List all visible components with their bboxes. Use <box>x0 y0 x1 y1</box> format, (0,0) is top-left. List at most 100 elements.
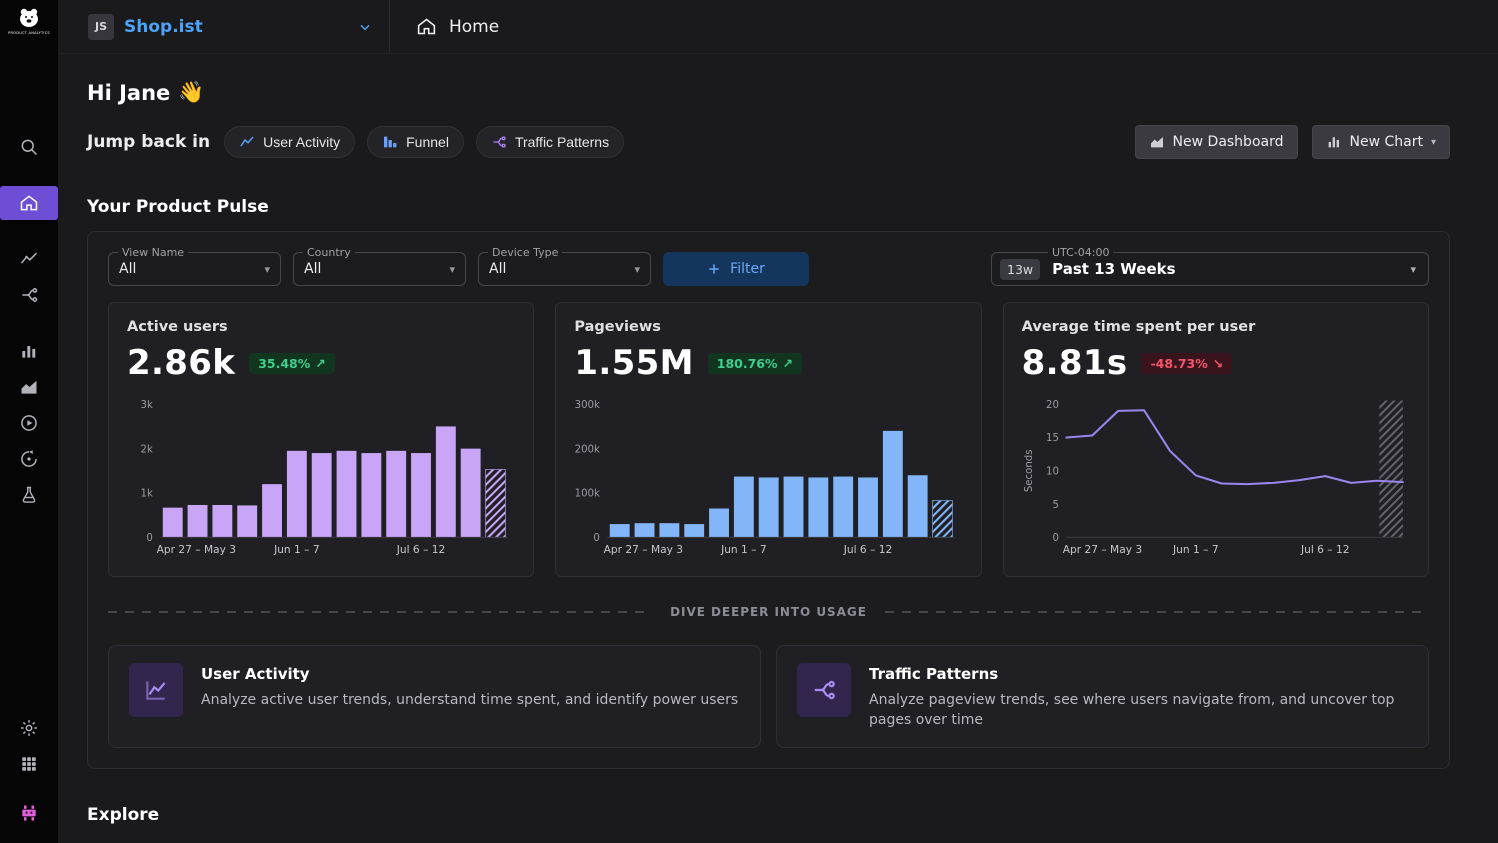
chart-container: 01k2k3kApr 27 – May 3Jun 1 – 7Jul 6 – 12 <box>127 395 515 560</box>
shortcut-traffic-patterns[interactable]: Traffic Patterns <box>476 126 624 158</box>
shortcut-funnel[interactable]: Funnel <box>367 126 464 158</box>
home-icon <box>19 193 39 213</box>
metric-value: 2.86k <box>127 343 235 383</box>
card-title: User Activity <box>201 665 738 683</box>
flow-icon <box>811 677 837 703</box>
sidebar-item-dashboards[interactable] <box>0 370 58 404</box>
shortcut-label: User Activity <box>263 134 340 150</box>
svg-text:100k: 100k <box>575 489 600 500</box>
svg-text:0: 0 <box>1052 533 1058 544</box>
pageviews-card[interactable]: Pageviews 1.55M 180.76% ↗ 0100k200k300kA… <box>555 302 981 577</box>
home-icon <box>416 16 437 37</box>
svg-text:5: 5 <box>1052 500 1058 511</box>
play-circle-icon <box>19 413 39 433</box>
svg-text:300k: 300k <box>575 400 600 411</box>
header-actions: New Dashboard New Chart ▾ <box>1135 125 1450 159</box>
divider-label: DIVE DEEPER INTO USAGE <box>670 605 867 619</box>
device-type-select[interactable]: Device Type All ▾ <box>478 252 651 286</box>
pageviews-chart: 0100k200k300kApr 27 – May 3Jun 1 – 7Jul … <box>574 395 962 560</box>
sidebar-item-metrics[interactable] <box>0 334 58 368</box>
sidebar-item-assistant[interactable] <box>0 796 58 830</box>
search-icon <box>19 137 39 157</box>
svg-text:15: 15 <box>1046 433 1059 444</box>
logo-wordmark: PRODUCT ANALYTICS <box>8 31 50 35</box>
bar-chart-icon <box>19 341 39 361</box>
arrow-down-right-icon: ↘ <box>1213 356 1223 371</box>
traffic-patterns-card[interactable]: Traffic Patterns Analyze pageview trends… <box>776 645 1429 749</box>
app-root: PRODUCT ANALYTICS <box>0 0 1498 843</box>
product-pulse-card: View Name All ▾ Country All ▾ Device Typ… <box>87 231 1450 769</box>
view-name-select[interactable]: View Name All ▾ <box>108 252 281 286</box>
card-title: Traffic Patterns <box>869 665 1408 683</box>
jump-back-row: Jump back in User Activity Funnel <box>87 125 1450 159</box>
svg-text:20: 20 <box>1046 400 1059 411</box>
content: Hi Jane 👋 Jump back in User Activity Fun… <box>58 54 1498 843</box>
wave-emoji: 👋 <box>178 80 204 105</box>
shortcut-user-activity[interactable]: User Activity <box>224 126 355 158</box>
chevron-down-icon: ▾ <box>634 263 640 276</box>
replay-icon <box>19 449 39 469</box>
new-dashboard-button[interactable]: New Dashboard <box>1135 125 1298 159</box>
chart-container: 0100k200k300kApr 27 – May 3Jun 1 – 7Jul … <box>574 395 962 560</box>
date-range-select[interactable]: 13w UTC-04:00 Past 13 Weeks ▾ <box>991 252 1429 286</box>
user-activity-card[interactable]: User Activity Analyze active user trends… <box>108 645 761 749</box>
new-chart-button[interactable]: New Chart ▾ <box>1312 125 1451 159</box>
avg-time-card[interactable]: Average time spent per user 8.81s -48.73… <box>1003 302 1429 577</box>
svg-text:Jun 1 – 7: Jun 1 – 7 <box>1172 543 1219 556</box>
sidebar-item-search[interactable] <box>0 130 58 164</box>
card-description: Analyze pageview trends, see where users… <box>869 690 1408 731</box>
icon-tile <box>129 663 183 717</box>
breadcrumb-home[interactable]: Home <box>390 0 499 53</box>
svg-text:Jul 6 – 12: Jul 6 – 12 <box>396 543 446 556</box>
page-title: Home <box>449 17 499 37</box>
icon-tile <box>797 663 851 717</box>
sidebar-item-charts[interactable] <box>0 242 58 276</box>
country-select[interactable]: Country All ▾ <box>293 252 466 286</box>
dashed-line <box>885 611 1429 613</box>
svg-text:Jun 1 – 7: Jun 1 – 7 <box>720 543 767 556</box>
greeting-text: Hi Jane <box>87 81 170 105</box>
sidebar-item-home[interactable] <box>0 186 58 220</box>
timezone-label: UTC-04:00 <box>1048 246 1113 259</box>
main-column: JS Shop.ist Home Hi Jane 👋 Jump back in <box>58 0 1498 843</box>
apps-grid-icon <box>20 755 38 773</box>
dive-deeper-divider: DIVE DEEPER INTO USAGE <box>108 605 1429 619</box>
filter-row: View Name All ▾ Country All ▾ Device Typ… <box>108 252 1429 286</box>
add-filter-button[interactable]: Filter <box>663 252 809 286</box>
svg-text:1k: 1k <box>141 489 153 500</box>
section-title-product-pulse: Your Product Pulse <box>87 197 1450 217</box>
chart-container: 05101520SecondsApr 27 – May 3Jun 1 – 7Ju… <box>1022 395 1410 560</box>
card-text: Traffic Patterns Analyze pageview trends… <box>869 663 1408 731</box>
metric-value: 1.55M <box>574 343 693 383</box>
product-analytics-logo[interactable]: PRODUCT ANALYTICS <box>0 0 58 35</box>
line-chart-icon <box>143 677 169 703</box>
sidebar-item-experiments[interactable] <box>0 478 58 512</box>
gear-icon <box>19 718 39 738</box>
line-chart-icon <box>19 249 39 269</box>
project-initials-badge: JS <box>88 14 114 40</box>
select-label: Country <box>303 246 355 259</box>
bear-logo-icon <box>16 6 42 30</box>
line-chart-icon <box>239 134 255 150</box>
new-chart-label: New Chart <box>1350 134 1423 150</box>
delta-badge: 35.48% ↗ <box>249 353 335 374</box>
project-switcher[interactable]: JS Shop.ist <box>58 0 390 53</box>
active-users-chart: 01k2k3kApr 27 – May 3Jun 1 – 7Jul 6 – 12 <box>127 395 515 560</box>
sidebar-nav <box>0 129 58 513</box>
delta-text: 35.48% <box>258 356 310 371</box>
sidebar-item-apps[interactable] <box>0 747 58 781</box>
svg-text:Seconds: Seconds <box>1024 449 1035 492</box>
sidebar-item-session-replay[interactable] <box>0 442 58 476</box>
sidebar-item-settings[interactable] <box>0 711 58 745</box>
chevron-down-icon: ▾ <box>264 263 270 276</box>
metric-value: 8.81s <box>1022 343 1128 383</box>
active-users-card[interactable]: Active users 2.86k 35.48% ↗ 01k2k3kApr 2… <box>108 302 534 577</box>
sidebar-item-journeys[interactable] <box>0 278 58 312</box>
delta-text: 180.76% <box>717 356 778 371</box>
svg-text:200k: 200k <box>575 444 600 455</box>
svg-text:Apr 27 – May 3: Apr 27 – May 3 <box>1062 543 1141 556</box>
project-name: Shop.ist <box>124 17 203 37</box>
sidebar-item-recordings[interactable] <box>0 406 58 440</box>
sidebar: PRODUCT ANALYTICS <box>0 0 58 843</box>
metric-value-row: 8.81s -48.73% ↘ <box>1022 343 1410 383</box>
